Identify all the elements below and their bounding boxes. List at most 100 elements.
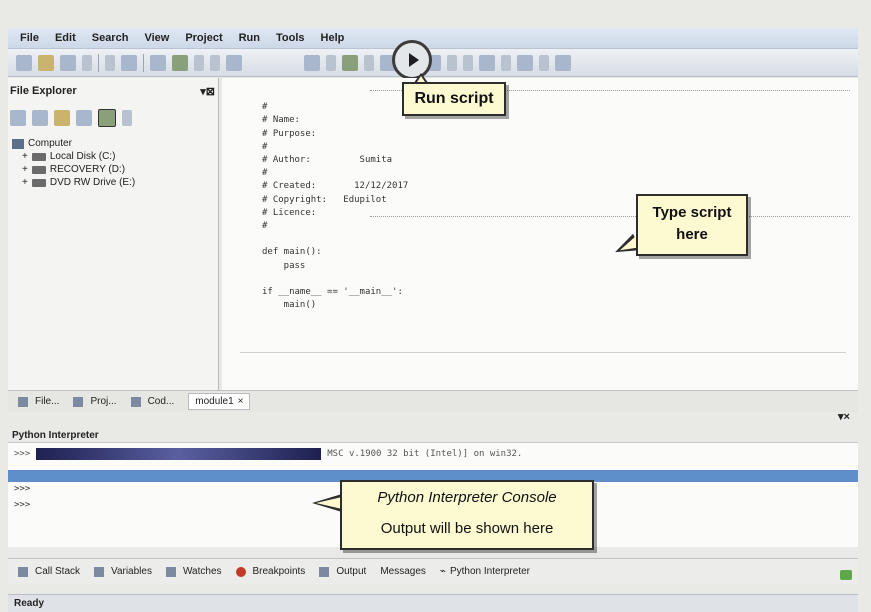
prompt: >>>: [14, 500, 31, 510]
tab-label: Cod...: [147, 396, 175, 407]
back-icon[interactable]: [10, 110, 26, 126]
menu-bar: File Edit Search View Project Run Tools …: [8, 28, 858, 49]
replace-icon[interactable]: [172, 54, 188, 71]
code-line: main(): [262, 300, 317, 311]
code-text[interactable]: # # Name: # Purpose: # # Author: Sumita # # C…: [262, 88, 408, 326]
status-text: Ready: [14, 598, 45, 609]
save-icon[interactable]: [60, 54, 76, 71]
tab-messages[interactable]: Messages: [380, 566, 426, 577]
step-out-icon[interactable]: [364, 54, 374, 71]
find-icon[interactable]: [150, 54, 166, 71]
cut-icon[interactable]: [105, 54, 115, 71]
tab-breakpoints[interactable]: Breakpoints: [235, 566, 305, 577]
scroll-indicator[interactable]: [840, 570, 852, 580]
step-icon[interactable]: [326, 54, 336, 71]
new-file-icon[interactable]: [16, 54, 32, 71]
tab-label: File...: [35, 396, 60, 407]
toolbar-divider: [98, 53, 99, 72]
code-line: #: [262, 168, 268, 179]
fold-icon[interactable]: [501, 54, 511, 71]
comment-divider: [370, 216, 850, 217]
refresh-icon[interactable]: [122, 110, 132, 126]
undo-icon[interactable]: [121, 54, 137, 71]
debug-icon[interactable]: [304, 54, 320, 71]
unfold-icon[interactable]: [517, 54, 533, 71]
code-line: # Licence:: [262, 207, 317, 218]
tab-project[interactable]: Proj...: [73, 396, 117, 407]
tab-label: Watches: [182, 566, 222, 577]
tab-label: Output: [336, 566, 367, 577]
file-tree: Computer + Local Disk (C:) + RECOVERY (D…: [12, 137, 135, 189]
tab-call-stack[interactable]: Call Stack: [18, 566, 80, 577]
code-line: # Created: 12/12/2017: [262, 181, 409, 192]
code-line: def main():: [262, 247, 322, 258]
computer-icon: [12, 138, 24, 149]
tree-item-recovery[interactable]: + RECOVERY (D:): [12, 163, 135, 176]
menu-tools[interactable]: Tools: [268, 32, 313, 44]
view-mode-icon[interactable]: [76, 110, 92, 126]
expand-icon[interactable]: +: [22, 150, 28, 163]
tree-item-computer[interactable]: Computer: [12, 137, 135, 150]
tab-output[interactable]: Output: [319, 566, 366, 577]
menu-edit[interactable]: Edit: [47, 32, 84, 44]
tab-label: module1: [195, 396, 234, 407]
output-icon: [319, 566, 330, 577]
window-icon[interactable]: [555, 54, 571, 71]
menu-help[interactable]: Help: [313, 32, 353, 44]
tree-item-dvd[interactable]: + DVD RW Drive (E:): [12, 176, 135, 189]
tab-label: Call Stack: [35, 566, 81, 577]
version-text: MSC v.1900 32 bit (Intel)] on win32.: [327, 449, 523, 459]
expand-icon[interactable]: +: [22, 176, 28, 189]
dedent-icon[interactable]: [226, 54, 242, 71]
menu-search[interactable]: Search: [84, 32, 137, 44]
open-file-icon[interactable]: [38, 54, 54, 71]
tree-item-label: Local Disk (C:): [49, 151, 116, 162]
tree-item-local-disk[interactable]: + Local Disk (C:): [12, 150, 135, 163]
tab-label: Proj...: [90, 396, 117, 407]
code-icon: [130, 396, 141, 407]
tab-python-interpreter[interactable]: ⌁ Python Interpreter: [440, 566, 530, 577]
prompt: >>>: [14, 484, 31, 494]
save-all-icon[interactable]: [82, 54, 92, 71]
toolbar-divider: [143, 53, 144, 72]
code-line: pass: [262, 260, 306, 271]
status-bar: Ready: [8, 594, 858, 612]
tab-variables[interactable]: Variables: [94, 566, 152, 577]
menu-file[interactable]: File: [8, 32, 47, 44]
tab-file-explorer[interactable]: File...: [18, 396, 59, 407]
step-into-icon[interactable]: [342, 54, 358, 71]
callout-pointer: [316, 497, 342, 509]
close-icon[interactable]: ×: [238, 396, 244, 407]
code-line: # Author: Sumita: [262, 155, 393, 166]
tab-watches[interactable]: Watches: [165, 566, 222, 577]
forward-icon[interactable]: [32, 110, 48, 126]
prev-icon[interactable]: [447, 54, 457, 71]
tab-code[interactable]: Cod...: [130, 396, 175, 407]
menu-project[interactable]: Project: [177, 32, 230, 44]
folder-up-icon[interactable]: [54, 110, 70, 126]
close-icon[interactable]: ▾⊠: [200, 85, 215, 98]
expand-icon[interactable]: +: [22, 163, 28, 176]
tab-label: Messages: [380, 566, 426, 577]
options-icon[interactable]: [539, 54, 549, 71]
filter-icon[interactable]: [98, 109, 116, 127]
comment-icon[interactable]: [210, 54, 220, 71]
editor-horizontal-scrollbar[interactable]: [240, 352, 846, 363]
drive-icon: [31, 152, 46, 161]
tree-item-label: DVD RW Drive (E:): [49, 177, 136, 188]
tab-label: Variables: [111, 566, 152, 577]
indent-icon[interactable]: [194, 54, 204, 71]
menu-view[interactable]: View: [136, 32, 177, 44]
menu-run[interactable]: Run: [231, 32, 268, 44]
navigate-icon[interactable]: [479, 54, 495, 71]
play-icon: [408, 53, 419, 67]
drive-icon: [31, 165, 46, 174]
pane-close-icon[interactable]: ▾×: [838, 410, 850, 423]
next-icon[interactable]: [463, 54, 473, 71]
code-line: if __name__ == '__main__':: [262, 287, 403, 298]
call-stack-icon: [18, 566, 28, 577]
project-icon: [73, 396, 84, 407]
tab-module1[interactable]: module1 ×: [188, 393, 251, 410]
